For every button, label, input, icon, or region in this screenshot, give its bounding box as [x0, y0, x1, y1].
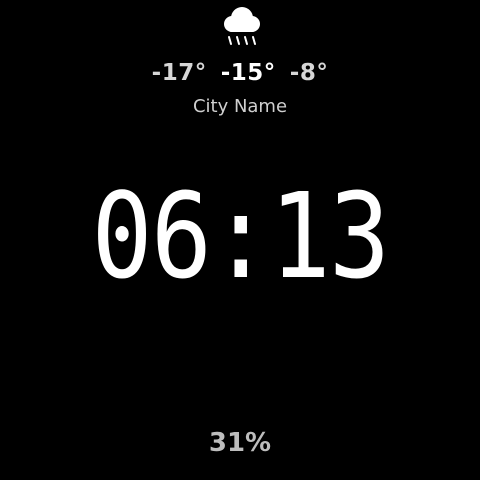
temperature-current: -15°	[220, 60, 276, 86]
rain-cloud-icon	[224, 7, 260, 45]
clock-time: 06:13	[91, 167, 391, 305]
watch-face: -17° -15° -8° City Name 06:13 31%	[0, 0, 480, 480]
city-name: City Name	[192, 96, 288, 117]
temperature-low: -17°	[151, 60, 207, 86]
temperature-high: -8°	[289, 60, 329, 86]
battery-level: 31%	[208, 428, 272, 458]
temperature-row: -17° -15° -8°	[0, 56, 480, 90]
